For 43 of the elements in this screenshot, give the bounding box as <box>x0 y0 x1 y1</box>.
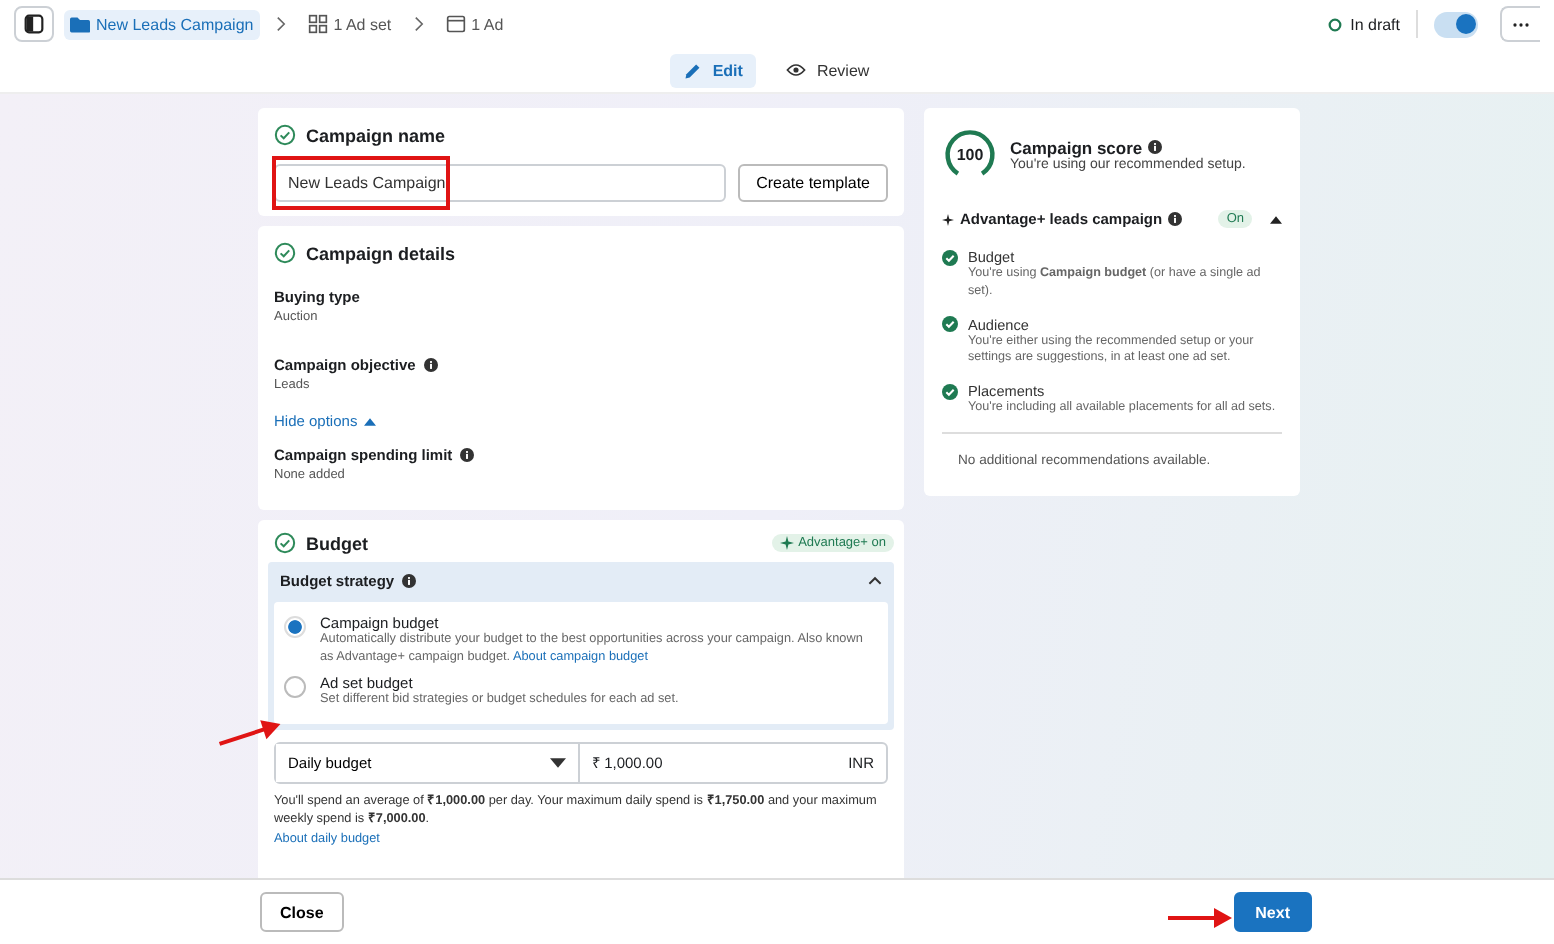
check-circle-icon <box>274 532 296 554</box>
breadcrumb-link[interactable]: 1 Ad set <box>301 8 398 40</box>
window-icon <box>445 14 466 34</box>
section-title: Campaign details <box>306 243 456 263</box>
next-button[interactable]: Next <box>1233 892 1312 932</box>
breadcrumb-link[interactable]: New Leads Campaign <box>64 9 260 39</box>
chevron-right-icon <box>413 16 424 32</box>
section-title: Budget <box>306 533 368 553</box>
more-options-button[interactable] <box>1500 6 1540 42</box>
check-circle-icon <box>942 382 958 401</box>
info-icon <box>402 574 417 588</box>
mode-tab[interactable]: Review <box>772 53 884 87</box>
score-title: Campaign score <box>1010 137 1143 157</box>
breadcrumb-link[interactable]: 1 Ad <box>439 8 510 40</box>
sparkle-icon <box>780 536 795 550</box>
info-icon <box>1168 212 1183 226</box>
annotation-arrow <box>1166 904 1234 932</box>
sidebar-toggle-button[interactable] <box>14 6 54 42</box>
text-field[interactable]: New Leads Campaign <box>274 164 727 202</box>
create-template-button[interactable]: Create template <box>738 164 888 202</box>
grid-icon <box>307 14 328 34</box>
sparkle-icon <box>942 213 954 225</box>
toggle-switch[interactable] <box>1434 11 1478 37</box>
status-label: In draft <box>1350 15 1400 33</box>
caret-up-icon <box>363 417 376 425</box>
more-dots-icon <box>1512 21 1530 27</box>
score-gauge: 100 <box>942 126 998 182</box>
mode-tab[interactable]: Edit <box>670 53 757 87</box>
sidebar-panel-icon <box>24 14 44 34</box>
chevron-right-icon <box>275 16 286 32</box>
section-title: Campaign name <box>306 125 446 145</box>
check-circle-icon <box>942 315 958 334</box>
pencil-icon <box>684 61 703 79</box>
check-circle-icon <box>274 124 296 146</box>
check-circle-icon <box>274 242 296 264</box>
radio-button[interactable] <box>284 676 306 699</box>
check-circle-icon <box>942 248 958 266</box>
close-button[interactable]: Close <box>260 892 344 932</box>
radio-button[interactable] <box>284 616 306 638</box>
folder-icon <box>70 15 90 33</box>
eye-icon <box>786 62 807 78</box>
info-icon <box>1148 140 1163 154</box>
status-ring-icon <box>1328 17 1343 31</box>
